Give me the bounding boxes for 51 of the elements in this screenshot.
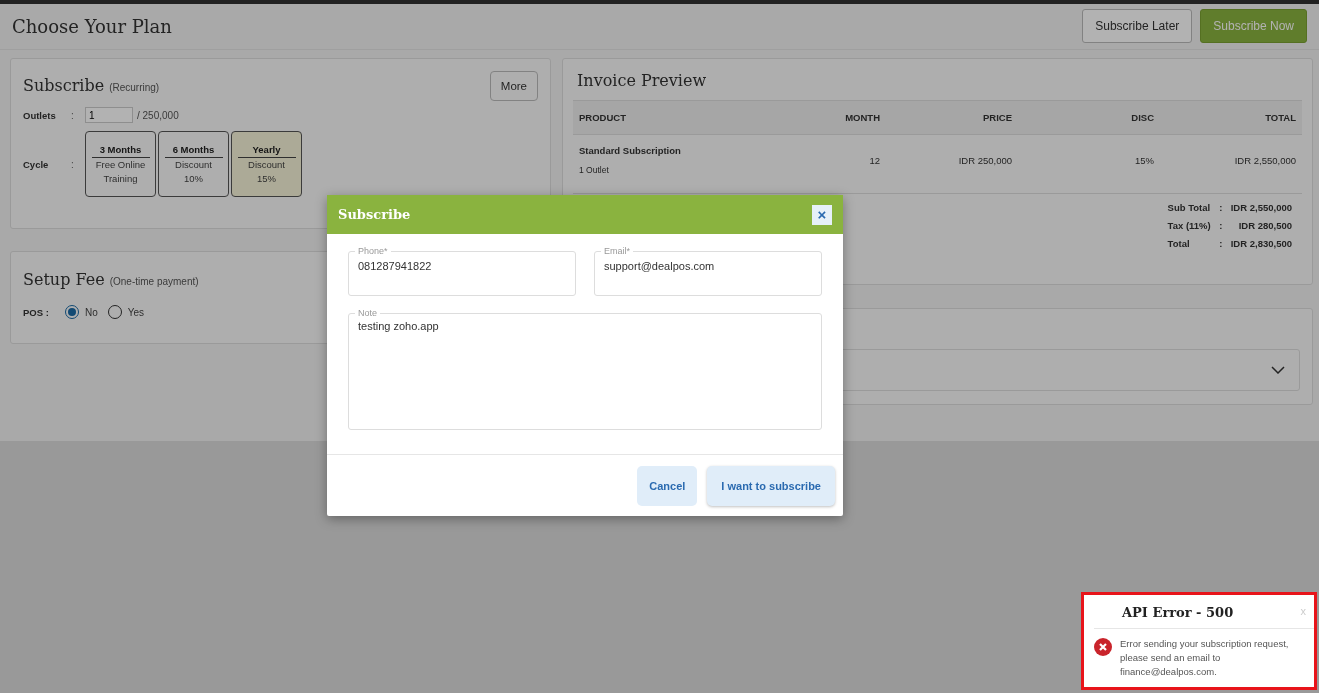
subscribe-button[interactable]: I want to subscribe (707, 466, 835, 506)
field-label: Outlets (23, 109, 57, 121)
dialog-title: Subscribe (338, 207, 411, 222)
table-cell: 12 (814, 134, 886, 194)
table-cell: IDR 2,550,000 (1160, 134, 1302, 194)
summary-value: IDR 2,550,000 (1230, 202, 1292, 213)
table-cell: 15% (1018, 134, 1160, 194)
toast-title: API Error - 500 (1122, 605, 1234, 620)
phone-field[interactable]: Phone* 081287941822 (348, 246, 576, 296)
cycle-option[interactable]: Yearly Discount 15% (231, 131, 302, 197)
close-button[interactable]: × (812, 204, 832, 225)
column-header: PRODUCT (573, 100, 814, 135)
card-subtitle: (One-time payment) (109, 276, 199, 287)
separator: : (71, 158, 74, 170)
cycle-option[interactable]: 6 Months Discount 10% (158, 131, 229, 197)
separator: : (1218, 220, 1224, 231)
cycle-option[interactable]: 3 Months Free Online Training (85, 131, 156, 197)
table-cell: IDR 250,000 (886, 134, 1018, 194)
outlets-max: / 250,000 (137, 109, 179, 121)
column-header: TOTAL (1160, 100, 1302, 135)
field-label: POS : (23, 306, 50, 318)
page-title: Choose Your Plan (12, 15, 172, 37)
header-button[interactable]: Subscribe Later (1082, 9, 1193, 43)
card-title: Setup Fee (23, 270, 105, 289)
note-field[interactable]: Note testing zoho.app (348, 308, 822, 430)
summary-label: Sub Total (1167, 202, 1211, 213)
column-header: PRICE (886, 100, 1018, 135)
summary-label: Tax (11%) (1167, 220, 1211, 231)
outlets-input[interactable]: 1 (85, 107, 133, 123)
product-name: Standard Subscription (579, 145, 682, 156)
chevron-down-icon (1271, 366, 1285, 374)
card-title: Subscribe (23, 76, 105, 95)
column-header: DISC (1018, 100, 1160, 135)
column-header: MONTH (814, 100, 886, 135)
field-label: Cycle (23, 158, 50, 170)
summary-label: Total (1167, 238, 1191, 249)
radio-label: Yes (127, 306, 145, 318)
error-icon (1094, 638, 1112, 656)
email-field[interactable]: Email* support@dealpos.com (594, 246, 822, 296)
radio-label: No (85, 306, 98, 318)
more-button[interactable]: More (489, 71, 538, 101)
summary-value: IDR 280,500 (1237, 220, 1292, 231)
card-title: Invoice Preview (577, 71, 708, 90)
separator: : (1218, 238, 1224, 249)
toast-message: Error sending your subscription request, please send an email to finance@dealpos.com. (1120, 637, 1290, 679)
product-detail: 1 Outlet (579, 165, 610, 175)
separator: : (71, 109, 74, 121)
cancel-button[interactable]: Cancel (637, 466, 698, 506)
separator: : (1218, 202, 1224, 213)
card-subtitle: (Recurring) (109, 82, 160, 93)
summary-value: IDR 2,830,500 (1230, 238, 1292, 249)
